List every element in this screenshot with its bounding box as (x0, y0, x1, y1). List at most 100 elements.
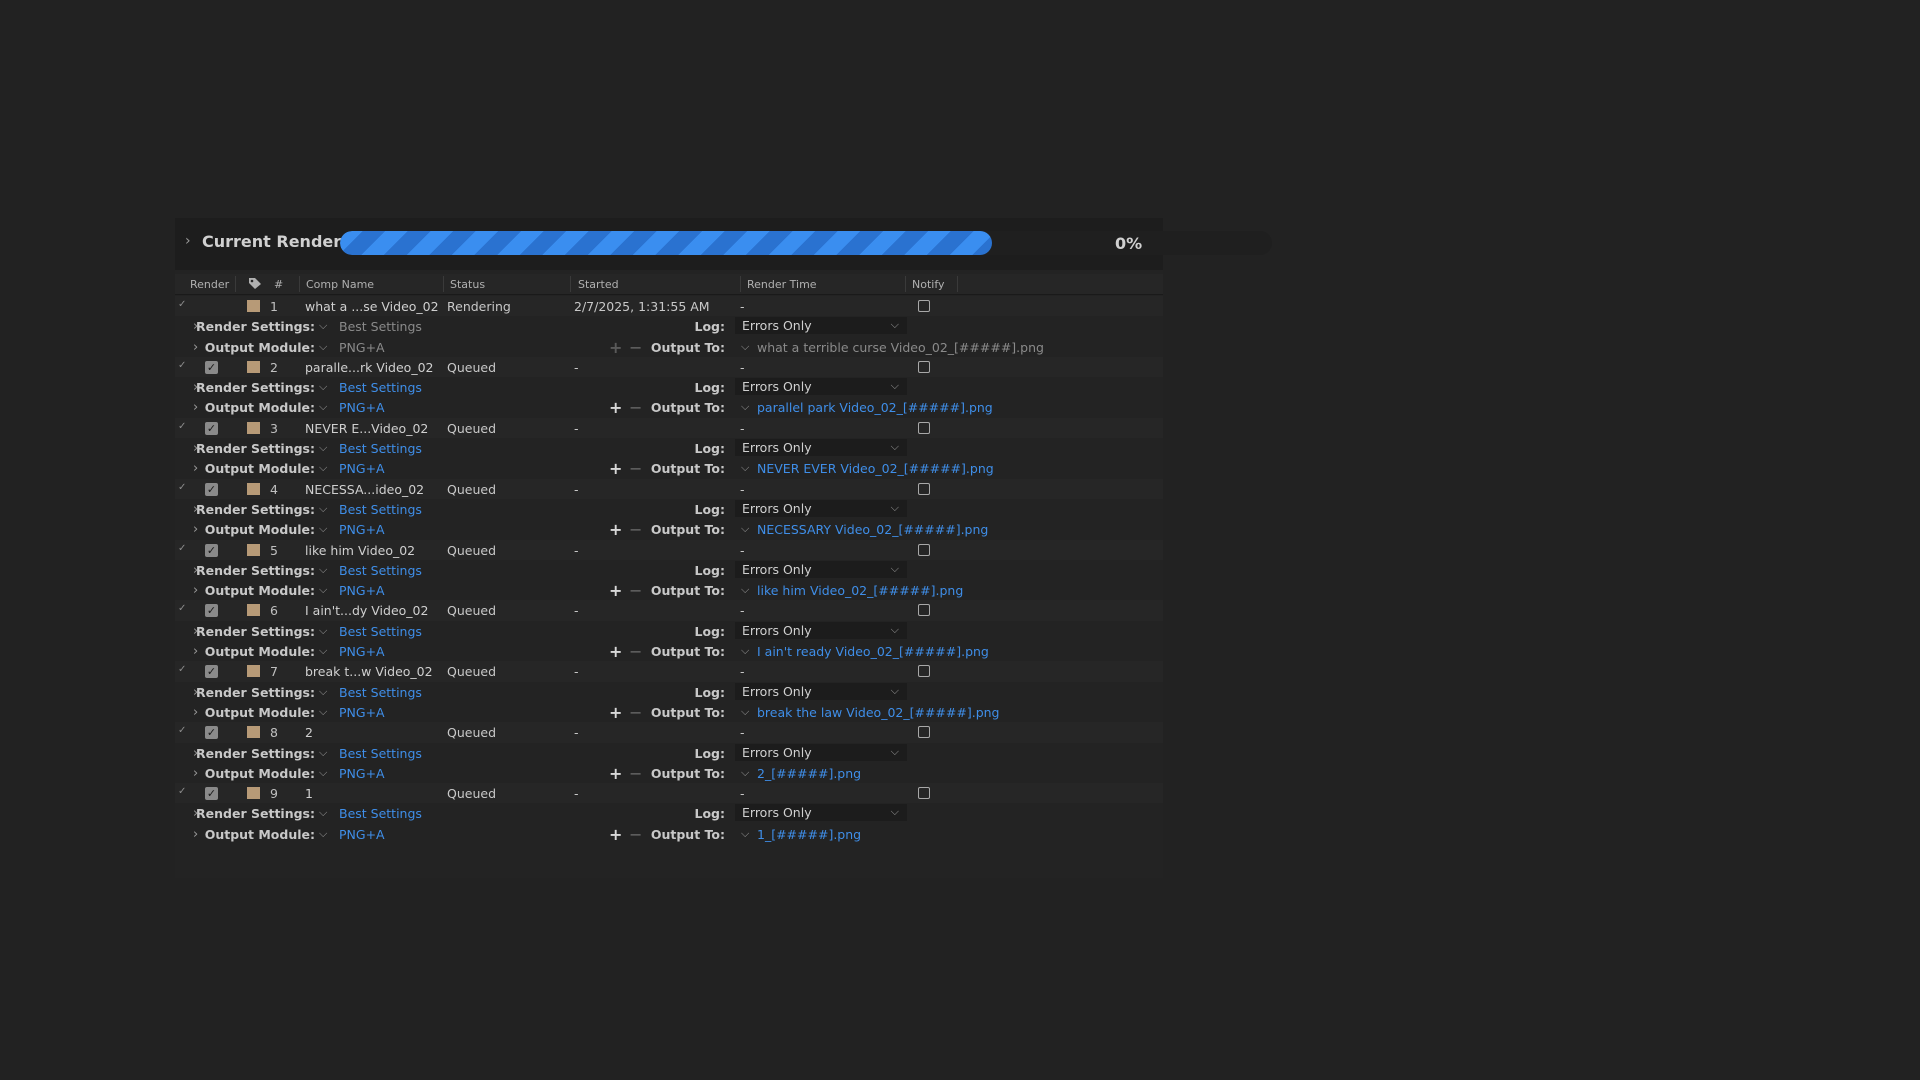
add-output-module-button[interactable]: + (609, 581, 622, 600)
chevron-down-icon[interactable]: ⌵ (319, 563, 327, 577)
queue-item-row[interactable]: ✓ ✓ 9 1 Queued - - (175, 783, 1163, 804)
chevron-down-icon[interactable]: ⌵ (319, 583, 327, 597)
queue-item-row[interactable]: ✓ ✓ 7 break t...w Video_02 Queued - - (175, 661, 1163, 682)
log-dropdown[interactable]: Errors Only ⌵ (735, 560, 907, 578)
chevron-down-icon[interactable]: ⌵ (741, 522, 749, 536)
add-output-module-button[interactable]: + (609, 642, 622, 661)
render-checkbox[interactable]: ✓ (205, 421, 218, 435)
render-settings-link[interactable]: Best Settings (339, 319, 422, 334)
output-module-link[interactable]: PNG+A (339, 400, 385, 415)
chevron-down-icon[interactable]: ⌵ (319, 380, 327, 394)
log-dropdown[interactable]: Errors Only ⌵ (735, 682, 907, 700)
label-color-swatch[interactable] (247, 421, 260, 434)
chevron-down-icon[interactable]: ⌵ (741, 827, 749, 841)
col-render-time[interactable]: Render Time (747, 278, 817, 291)
output-module-link[interactable]: PNG+A (339, 583, 385, 598)
label-color-swatch[interactable] (247, 543, 260, 556)
chevron-down-icon[interactable]: ⌵ (319, 806, 327, 820)
label-color-swatch[interactable] (247, 360, 260, 373)
queue-item-row[interactable]: ✓ ✓ 4 NECESSA...ideo_02 Queued - - (175, 478, 1163, 499)
render-checkbox[interactable]: ✓ (205, 665, 218, 679)
chevron-down-icon[interactable]: ⌵ (319, 522, 327, 536)
log-dropdown[interactable]: Errors Only ⌵ (735, 499, 907, 517)
expand-chevron-icon[interactable]: › (185, 233, 191, 249)
col-status[interactable]: Status (450, 278, 485, 291)
label-color-swatch[interactable] (247, 300, 260, 312)
render-settings-link[interactable]: Best Settings (339, 746, 422, 761)
add-output-module-button[interactable]: + (609, 825, 622, 844)
log-dropdown[interactable]: Errors Only ⌵ (735, 621, 907, 639)
notify-checkbox[interactable] (918, 726, 930, 739)
output-to-path[interactable]: parallel park Video_02_[#####].png (757, 400, 993, 415)
chevron-down-icon[interactable]: ⌵ (319, 766, 327, 780)
queue-item-row[interactable]: ✓ 1 what a ...se Video_02 Rendering 2/7/… (175, 296, 1163, 317)
notify-checkbox[interactable] (918, 482, 930, 495)
output-to-path[interactable]: NEVER EVER Video_02_[#####].png (757, 461, 994, 476)
col-number[interactable]: # (274, 278, 283, 291)
chevron-down-icon[interactable]: ⌵ (741, 461, 749, 475)
chevron-down-icon[interactable]: ⌵ (319, 705, 327, 719)
chevron-down-icon[interactable]: ⌵ (319, 319, 327, 333)
add-output-module-button[interactable]: + (609, 520, 622, 539)
output-to-path[interactable]: I ain't ready Video_02_[#####].png (757, 644, 989, 659)
output-to-path[interactable]: 1_[#####].png (757, 827, 861, 842)
chevron-down-icon[interactable]: ⌵ (319, 644, 327, 658)
output-module-link[interactable]: PNG+A (339, 827, 385, 842)
col-notify[interactable]: Notify (912, 278, 945, 291)
output-to-path[interactable]: break the law Video_02_[#####].png (757, 705, 1000, 720)
chevron-down-icon[interactable]: ⌵ (319, 746, 327, 760)
add-output-module-button[interactable]: + (609, 764, 622, 783)
chevron-down-icon[interactable]: ⌵ (319, 461, 327, 475)
output-to-path[interactable]: 2_[#####].png (757, 766, 861, 781)
chevron-down-icon[interactable]: ⌵ (319, 400, 327, 414)
label-color-swatch[interactable] (247, 482, 260, 495)
queue-item-row[interactable]: ✓ ✓ 3 NEVER E...Video_02 Queued - - (175, 417, 1163, 439)
label-color-swatch[interactable] (247, 665, 260, 678)
chevron-down-icon[interactable]: ⌵ (319, 340, 327, 354)
output-to-path[interactable]: NECESSARY Video_02_[#####].png (757, 522, 988, 537)
output-module-link[interactable]: PNG+A (339, 766, 385, 781)
render-settings-link[interactable]: Best Settings (339, 685, 422, 700)
notify-checkbox[interactable] (918, 543, 930, 556)
log-dropdown[interactable]: Errors Only ⌵ (735, 439, 907, 457)
notify-checkbox[interactable] (918, 300, 930, 312)
tag-icon[interactable] (248, 277, 262, 290)
render-settings-link[interactable]: Best Settings (339, 502, 422, 517)
render-checkbox[interactable]: ✓ (205, 543, 218, 557)
output-to-path[interactable]: like him Video_02_[#####].png (757, 583, 963, 598)
render-settings-link[interactable]: Best Settings (339, 380, 422, 395)
log-dropdown[interactable]: Errors Only ⌵ (735, 317, 907, 335)
add-output-module-button[interactable]: + (609, 703, 622, 722)
output-to-path[interactable]: what a terrible curse Video_02_[#####].p… (757, 340, 1044, 355)
queue-item-row[interactable]: ✓ ✓ 5 like him Video_02 Queued - - (175, 539, 1163, 560)
output-module-link[interactable]: PNG+A (339, 522, 385, 537)
render-checkbox[interactable]: ✓ (205, 726, 218, 740)
add-output-module-button[interactable]: + (609, 338, 622, 357)
output-module-link[interactable]: PNG+A (339, 340, 385, 355)
output-module-link[interactable]: PNG+A (339, 705, 385, 720)
render-settings-link[interactable]: Best Settings (339, 563, 422, 578)
chevron-down-icon[interactable]: ⌵ (741, 705, 749, 719)
notify-checkbox[interactable] (918, 787, 930, 800)
output-module-link[interactable]: PNG+A (339, 644, 385, 659)
output-module-link[interactable]: PNG+A (339, 461, 385, 476)
render-checkbox[interactable]: ✓ (205, 604, 218, 618)
label-color-swatch[interactable] (247, 604, 260, 617)
chevron-down-icon[interactable]: ⌵ (319, 685, 327, 699)
render-settings-link[interactable]: Best Settings (339, 624, 422, 639)
render-checkbox[interactable]: ✓ (205, 482, 218, 496)
chevron-down-icon[interactable]: ⌵ (741, 766, 749, 780)
add-output-module-button[interactable]: + (609, 459, 622, 478)
col-comp-name[interactable]: Comp Name (306, 278, 374, 291)
queue-item-row[interactable]: ✓ ✓ 8 2 Queued - - (175, 722, 1163, 743)
chevron-down-icon[interactable]: ⌵ (319, 502, 327, 516)
notify-checkbox[interactable] (918, 665, 930, 678)
chevron-down-icon[interactable]: ⌵ (319, 827, 327, 841)
render-settings-link[interactable]: Best Settings (339, 806, 422, 821)
label-color-swatch[interactable] (247, 726, 260, 739)
chevron-down-icon[interactable]: ⌵ (741, 340, 749, 354)
chevron-down-icon[interactable]: ⌵ (741, 644, 749, 658)
log-dropdown[interactable]: Errors Only ⌵ (735, 378, 907, 396)
chevron-down-icon[interactable]: ⌵ (319, 624, 327, 638)
queue-item-row[interactable]: ✓ ✓ 6 I ain't...dy Video_02 Queued - - (175, 600, 1163, 621)
